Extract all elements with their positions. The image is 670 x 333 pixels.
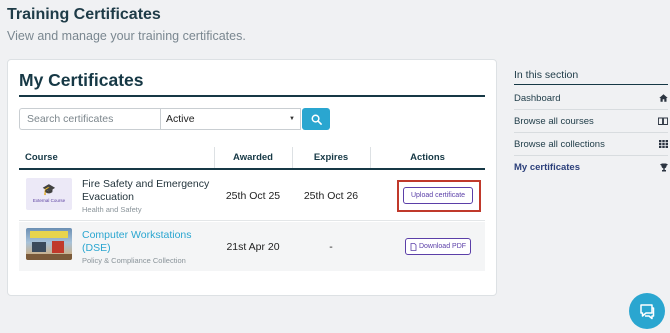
sidebar-item-label: Browse all courses (514, 115, 594, 127)
column-awarded[interactable]: Awarded (214, 147, 292, 168)
sidebar-item-label: My certificates (514, 162, 581, 173)
course-thumbnail[interactable] (26, 228, 72, 260)
awarded-date: 21st Apr 20 (226, 241, 280, 253)
table-row: Computer Workstations (DSE) Policy & Com… (19, 222, 485, 271)
certificates-title: My Certificates (19, 70, 144, 90)
title-divider (19, 95, 485, 97)
download-pdf-button[interactable]: Download PDF (405, 238, 471, 255)
workstation-image-icon (26, 231, 72, 260)
thumbnail-label: External Course (32, 198, 66, 203)
chevron-down-icon: ▼ (289, 116, 295, 122)
grid-icon (659, 140, 668, 148)
expiry-date: 25th Oct 26 (303, 190, 359, 202)
table-header: Course Awarded Expires Actions (19, 147, 485, 170)
course-name-link[interactable]: Computer Workstations (DSE) (82, 229, 217, 255)
course-thumbnail[interactable]: 🎓 External Course (26, 178, 72, 210)
home-icon (659, 94, 668, 102)
sidebar-item-collections[interactable]: Browse all collections (514, 133, 668, 156)
download-pdf-label: Download PDF (418, 243, 467, 250)
sidebar-item-label: Dashboard (514, 92, 561, 104)
sidebar-item-label: Browse all collections (514, 138, 605, 150)
expiry-date: - (329, 241, 333, 253)
course-name[interactable]: Fire Safety and Emergency Evacuation (82, 178, 217, 204)
search-input[interactable] (19, 108, 161, 130)
sidebar-item-courses[interactable]: Browse all courses (514, 110, 668, 133)
search-icon (311, 114, 322, 125)
upload-certificate-button[interactable]: Upload certificate (403, 187, 473, 204)
course-category: Health and Safety (82, 205, 142, 214)
column-expires[interactable]: Expires (292, 147, 370, 168)
graduation-cap-icon: 🎓 (42, 184, 56, 196)
awarded-date: 25th Oct 25 (225, 190, 281, 202)
search-button[interactable] (302, 108, 330, 130)
page-title: Training Certificates (7, 6, 161, 23)
certificates-card: My Certificates Active ▼ Course Awarded … (7, 59, 497, 296)
column-actions: Actions (410, 152, 445, 163)
sidebar-item-certificates[interactable]: My certificates (514, 156, 668, 179)
table-row: 🎓 External Course Fire Safety and Emerge… (19, 172, 485, 221)
page-subtitle: View and manage your training certificat… (7, 29, 246, 43)
book-icon (658, 117, 668, 125)
course-category: Policy & Compliance Collection (82, 256, 186, 265)
trophy-icon (660, 163, 668, 172)
status-filter-value: Active (166, 113, 195, 125)
document-icon (410, 242, 417, 251)
sidebar-heading: In this section (514, 69, 579, 81)
column-course[interactable]: Course (25, 147, 58, 168)
chat-button[interactable] (629, 293, 665, 329)
sidebar-item-dashboard[interactable]: Dashboard (514, 87, 668, 110)
status-filter-select[interactable]: Active ▼ (160, 108, 301, 130)
sidebar-divider (514, 84, 668, 85)
chat-icon (640, 304, 655, 320)
